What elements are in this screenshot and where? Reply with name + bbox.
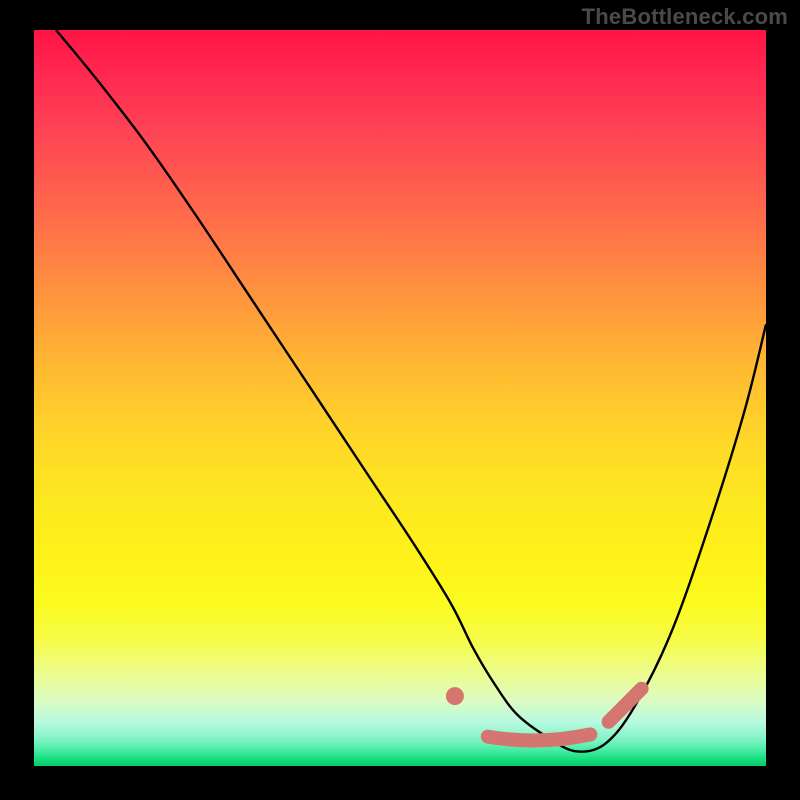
curve-layer — [34, 30, 766, 766]
chart-frame: TheBottleneck.com — [0, 0, 800, 800]
threshold-marker-valley — [488, 734, 591, 740]
plot-area — [34, 30, 766, 766]
threshold-marker-dot — [446, 687, 464, 705]
watermark-text: TheBottleneck.com — [582, 4, 788, 30]
bottleneck-curve — [56, 30, 766, 752]
